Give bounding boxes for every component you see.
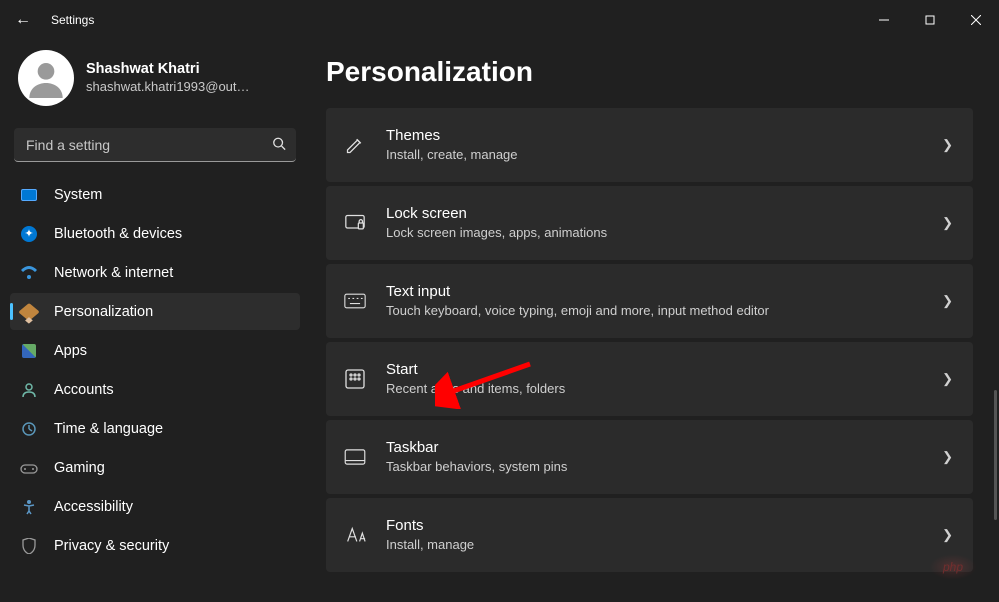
- chevron-right-icon: ❯: [942, 371, 953, 387]
- scrollbar[interactable]: [994, 390, 997, 520]
- card-desc: Install, create, manage: [386, 146, 942, 164]
- sidebar: Shashwat Khatri shashwat.khatri1993@out……: [0, 40, 310, 602]
- profile-block[interactable]: Shashwat Khatri shashwat.khatri1993@out…: [10, 40, 300, 122]
- card-start[interactable]: Start Recent apps and items, folders ❯: [326, 342, 973, 416]
- maximize-button[interactable]: [907, 4, 953, 36]
- sidebar-item-accounts[interactable]: Accounts: [10, 371, 300, 408]
- sidebar-item-label: Network & internet: [54, 265, 173, 281]
- profile-email: shashwat.khatri1993@out…: [86, 79, 250, 96]
- close-button[interactable]: [953, 4, 999, 36]
- window-controls: [861, 4, 999, 36]
- card-title: Themes: [386, 126, 942, 146]
- main-content: Personalization Themes Install, create, …: [310, 40, 999, 602]
- card-desc: Install, manage: [386, 536, 942, 554]
- back-button[interactable]: ←: [15, 11, 31, 29]
- accessibility-icon: [20, 498, 38, 516]
- chevron-right-icon: ❯: [942, 293, 953, 309]
- profile-name: Shashwat Khatri: [86, 60, 250, 79]
- clock-icon: [20, 420, 38, 438]
- gaming-icon: [20, 459, 38, 477]
- sidebar-item-personalization[interactable]: Personalization: [10, 293, 300, 330]
- wifi-icon: [20, 264, 38, 282]
- sidebar-item-label: Time & language: [54, 421, 163, 437]
- sidebar-item-accessibility[interactable]: Accessibility: [10, 488, 300, 525]
- taskbar-icon: [344, 446, 366, 468]
- chevron-right-icon: ❯: [942, 527, 953, 543]
- nav: System ✦ Bluetooth & devices Network & i…: [10, 176, 300, 564]
- card-text-input[interactable]: Text input Touch keyboard, voice typing,…: [326, 264, 973, 338]
- card-title: Start: [386, 360, 942, 380]
- sidebar-item-network[interactable]: Network & internet: [10, 254, 300, 291]
- card-desc: Touch keyboard, voice typing, emoji and …: [386, 302, 942, 320]
- chevron-right-icon: ❯: [942, 215, 953, 231]
- paintbrush-icon: [20, 303, 38, 321]
- card-fonts[interactable]: Fonts Install, manage ❯: [326, 498, 973, 572]
- avatar: [18, 50, 74, 106]
- sidebar-item-label: System: [54, 187, 102, 203]
- titlebar: ← Settings: [0, 0, 999, 40]
- card-title: Fonts: [386, 516, 942, 536]
- sidebar-item-label: Accessibility: [54, 499, 133, 515]
- themes-icon: [344, 134, 366, 156]
- sidebar-item-label: Apps: [54, 343, 87, 359]
- card-desc: Lock screen images, apps, animations: [386, 224, 942, 242]
- card-lock-screen[interactable]: Lock screen Lock screen images, apps, an…: [326, 186, 973, 260]
- settings-card-list: Themes Install, create, manage ❯ Lock sc…: [326, 108, 973, 572]
- accounts-icon: [20, 381, 38, 399]
- lock-screen-icon: [344, 212, 366, 234]
- card-desc: Taskbar behaviors, system pins: [386, 458, 942, 476]
- sidebar-item-bluetooth[interactable]: ✦ Bluetooth & devices: [10, 215, 300, 252]
- fonts-icon: [344, 524, 366, 546]
- sidebar-item-apps[interactable]: Apps: [10, 332, 300, 369]
- card-title: Text input: [386, 282, 942, 302]
- page-title: Personalization: [326, 56, 973, 88]
- card-title: Lock screen: [386, 204, 942, 224]
- sidebar-item-label: Gaming: [54, 460, 105, 476]
- keyboard-icon: [344, 290, 366, 312]
- shield-icon: [20, 537, 38, 555]
- sidebar-item-label: Bluetooth & devices: [54, 226, 182, 242]
- sidebar-item-time[interactable]: Time & language: [10, 410, 300, 447]
- sidebar-item-label: Privacy & security: [54, 538, 169, 554]
- card-themes[interactable]: Themes Install, create, manage ❯: [326, 108, 973, 182]
- chevron-right-icon: ❯: [942, 449, 953, 465]
- sidebar-item-label: Accounts: [54, 382, 114, 398]
- card-taskbar[interactable]: Taskbar Taskbar behaviors, system pins ❯: [326, 420, 973, 494]
- bluetooth-icon: ✦: [20, 225, 38, 243]
- apps-icon: [20, 342, 38, 360]
- sidebar-item-label: Personalization: [54, 304, 153, 320]
- start-icon: [344, 368, 366, 390]
- system-icon: [20, 186, 38, 204]
- card-title: Taskbar: [386, 438, 942, 458]
- sidebar-item-privacy[interactable]: Privacy & security: [10, 527, 300, 564]
- sidebar-item-system[interactable]: System: [10, 176, 300, 213]
- search-wrap: [14, 128, 296, 162]
- chevron-right-icon: ❯: [942, 137, 953, 153]
- minimize-button[interactable]: [861, 4, 907, 36]
- search-input[interactable]: [14, 128, 296, 162]
- sidebar-item-gaming[interactable]: Gaming: [10, 449, 300, 486]
- watermark: php: [929, 554, 977, 580]
- window-title: Settings: [51, 13, 94, 27]
- card-desc: Recent apps and items, folders: [386, 380, 942, 398]
- search-icon: [272, 137, 286, 154]
